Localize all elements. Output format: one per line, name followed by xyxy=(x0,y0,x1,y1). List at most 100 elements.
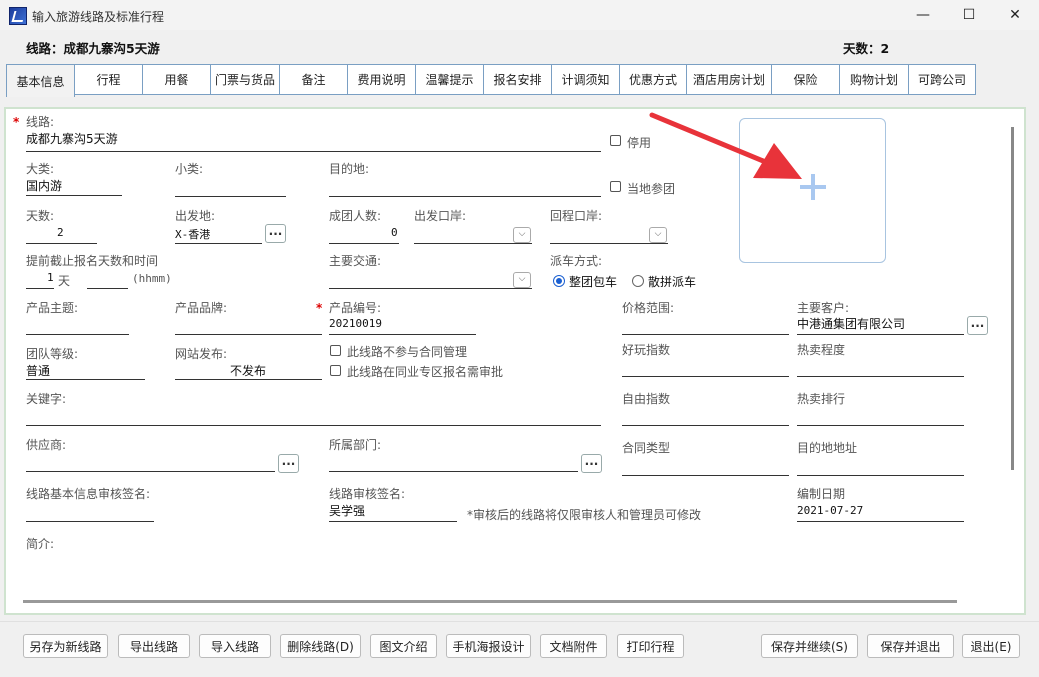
main-transport-select[interactable] xyxy=(329,288,532,289)
return-port-select[interactable] xyxy=(550,243,668,244)
export-route-button[interactable]: 导出线路 xyxy=(118,634,190,658)
print-itinerary-button[interactable]: 打印行程 xyxy=(617,634,684,658)
app-icon xyxy=(9,7,27,25)
web-publish-input[interactable]: 不发布 xyxy=(230,362,266,379)
departure-port-select[interactable] xyxy=(414,243,532,244)
chevron-down-icon[interactable]: ⌵ xyxy=(513,272,531,288)
delete-route-button[interactable]: 删除线路(D) xyxy=(280,634,361,658)
tab-basic-info[interactable]: 基本信息 xyxy=(6,64,75,97)
main-customer-picker-button[interactable]: ... xyxy=(967,316,988,335)
deadline-time-input[interactable] xyxy=(87,288,128,289)
supplier-label: 供应商: xyxy=(26,438,67,452)
header-route-label: 线路： xyxy=(26,41,64,56)
group-level-input[interactable]: 普通 xyxy=(26,362,50,379)
web-publish-label: 网站发布: xyxy=(175,347,228,361)
minimize-button[interactable]: — xyxy=(900,0,946,30)
vertical-scrollbar[interactable] xyxy=(1011,127,1014,470)
main-transport-label: 主要交通: xyxy=(329,254,382,268)
tab-cross-company[interactable]: 可跨公司 xyxy=(909,64,976,95)
product-theme-input[interactable] xyxy=(26,334,129,335)
save-and-exit-button[interactable]: 保存并退出 xyxy=(867,634,954,658)
contract-type-input[interactable] xyxy=(622,475,789,476)
price-range-input[interactable] xyxy=(622,334,789,335)
return-port-label: 回程口岸: xyxy=(550,209,603,223)
group-size-label: 成团人数: xyxy=(329,209,382,223)
tab-shopping-plan[interactable]: 购物计划 xyxy=(840,64,909,95)
departure-port-label: 出发口岸: xyxy=(414,209,467,223)
maximize-button[interactable]: ☐ xyxy=(946,0,992,30)
radio-scattered[interactable] xyxy=(632,275,644,287)
exit-button[interactable]: 退出(E) xyxy=(962,634,1020,658)
fun-index-input[interactable] xyxy=(622,376,789,377)
tab-tickets-goods[interactable]: 门票与货品 xyxy=(211,64,280,95)
tab-tips[interactable]: 温馨提示 xyxy=(416,64,484,95)
dest-address-input[interactable] xyxy=(797,475,964,476)
local-join-checkbox[interactable] xyxy=(610,181,621,192)
deadline-days-input[interactable]: 1 xyxy=(47,271,54,284)
destination-input[interactable] xyxy=(329,196,601,197)
days-input[interactable]: 2 xyxy=(57,226,64,239)
chevron-down-icon[interactable]: ⌵ xyxy=(649,227,667,243)
header-days-label: 天数： xyxy=(843,41,881,56)
no-contract-checkbox[interactable] xyxy=(330,345,341,356)
subcategory-label: 小类: xyxy=(175,162,204,176)
import-route-button[interactable]: 导入线路 xyxy=(199,634,271,658)
deadline-label: 提前截止报名天数和时间 xyxy=(26,254,159,268)
supplier-picker-button[interactable]: ... xyxy=(278,454,299,473)
tab-insurance[interactable]: 保险 xyxy=(772,64,840,95)
graphic-intro-button[interactable]: 图文介绍 xyxy=(370,634,437,658)
hot-level-label: 热卖程度 xyxy=(797,343,846,357)
free-index-input[interactable] xyxy=(622,425,789,426)
header-route-value: 成都九寨沟5天游 xyxy=(63,41,160,56)
document-attachments-button[interactable]: 文档附件 xyxy=(540,634,607,658)
vehicle-mode-label: 派车方式: xyxy=(550,254,603,268)
route-audit-sign-label: 线路审核签名: xyxy=(329,487,406,501)
basic-audit-sign-input[interactable] xyxy=(26,521,154,522)
contract-type-label: 合同类型 xyxy=(622,441,671,455)
tab-operator-notes[interactable]: 计调须知 xyxy=(552,64,620,95)
departure-input[interactable]: X-香港 xyxy=(175,226,210,242)
no-contract-label: 此线路不参与合同管理 xyxy=(347,345,468,359)
product-brand-input[interactable] xyxy=(175,334,322,335)
keywords-input[interactable] xyxy=(26,425,601,426)
need-approval-checkbox[interactable] xyxy=(330,365,341,376)
compile-date-input[interactable]: 2021-07-27 xyxy=(797,504,863,517)
route-input[interactable]: 成都九寨沟5天游 xyxy=(26,130,118,147)
department-input[interactable] xyxy=(329,471,578,472)
local-join-label: 当地参团 xyxy=(627,182,676,196)
mobile-poster-button[interactable]: 手机海报设计 xyxy=(446,634,531,658)
subcategory-input[interactable] xyxy=(175,196,286,197)
tab-discounts[interactable]: 优惠方式 xyxy=(620,64,687,95)
tab-fee-description[interactable]: 费用说明 xyxy=(348,64,416,95)
tab-bar: 基本信息 行程 用餐 门票与货品 备注 费用说明 温馨提示 报名安排 计调须知 … xyxy=(6,64,976,97)
header-route: 线路：成都九寨沟5天游 xyxy=(26,38,160,57)
save-and-continue-button[interactable]: 保存并继续(S) xyxy=(761,634,858,658)
departure-label: 出发地: xyxy=(175,209,216,223)
main-customer-input[interactable]: 中港通集团有限公司 xyxy=(797,315,905,332)
save-as-new-button[interactable]: 另存为新线路 xyxy=(23,634,108,658)
header-days-value: 2 xyxy=(880,41,890,56)
category-input[interactable]: 国内游 xyxy=(26,177,62,194)
hot-rank-input[interactable] xyxy=(797,425,964,426)
radio-whole-group[interactable] xyxy=(553,275,565,287)
departure-picker-button[interactable]: ... xyxy=(265,224,286,243)
supplier-input[interactable] xyxy=(26,471,275,472)
group-size-input[interactable]: 0 xyxy=(391,226,398,239)
hot-level-input[interactable] xyxy=(797,376,964,377)
tab-itinerary[interactable]: 行程 xyxy=(75,64,143,95)
window-title: 输入旅游线路及标准行程 xyxy=(32,10,165,24)
basic-audit-sign-label: 线路基本信息审核签名: xyxy=(26,487,151,501)
department-picker-button[interactable]: ... xyxy=(581,454,602,473)
disabled-checkbox[interactable] xyxy=(610,135,621,146)
deadline-time-unit: (hhmm) xyxy=(132,272,172,285)
close-button[interactable]: ✕ xyxy=(992,0,1038,30)
chevron-down-icon[interactable]: ⌵ xyxy=(513,227,531,243)
route-audit-sign-input[interactable]: 吴学强 xyxy=(329,502,365,519)
tab-meals[interactable]: 用餐 xyxy=(143,64,211,95)
product-code-input[interactable]: 20210019 xyxy=(329,317,382,330)
tab-hotel-plan[interactable]: 酒店用房计划 xyxy=(687,64,772,95)
horizontal-scrollbar[interactable] xyxy=(23,600,957,603)
deadline-days-unit: 天 xyxy=(58,274,71,288)
tab-notes[interactable]: 备注 xyxy=(280,64,348,95)
tab-signup[interactable]: 报名安排 xyxy=(484,64,552,95)
